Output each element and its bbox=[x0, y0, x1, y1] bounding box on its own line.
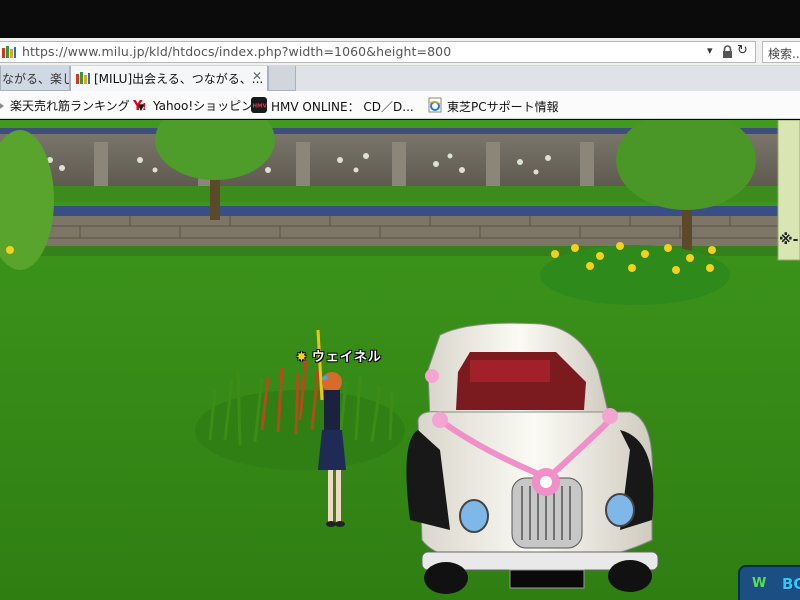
favorites-bar: 楽天売れ筋ランキング ▼ Y ! Yahoo!ショッピング HMV HMV ON… bbox=[0, 91, 800, 119]
ie-page-icon bbox=[427, 97, 443, 116]
tab-milu-active[interactable]: [MILU]出会える、つながる、... ✕ bbox=[70, 66, 268, 91]
url-dropdown-icon[interactable]: ▾ bbox=[707, 44, 713, 57]
window-title-bar bbox=[0, 0, 800, 38]
hmv-icon: HMV bbox=[251, 97, 268, 116]
milu-favicon-icon bbox=[75, 71, 91, 85]
favorite-label: Yahoo!ショッピング bbox=[153, 99, 266, 113]
milu-favicon-icon bbox=[1, 45, 17, 59]
rakuten-icon bbox=[0, 100, 6, 115]
lock-icon[interactable] bbox=[722, 45, 733, 61]
url-text: https://www.milu.jp/kld/htdocs/index.php… bbox=[22, 44, 452, 59]
character-name-label: ✸ ウェイネル bbox=[296, 346, 382, 365]
favorite-hmv[interactable]: HMV HMV ONLINE： CD／D... bbox=[251, 97, 414, 116]
favorite-label: 東芝PCサポート情報 bbox=[447, 100, 559, 114]
favorite-yahoo[interactable]: Y ! Yahoo!ショッピング bbox=[132, 97, 266, 115]
favorite-toshiba[interactable]: 東芝PCサポート情報 bbox=[427, 97, 559, 116]
side-widget-label[interactable]: ※- bbox=[779, 232, 798, 248]
favorite-rakuten[interactable]: 楽天売れ筋ランキング ▼ bbox=[0, 97, 144, 115]
address-bar: https://www.milu.jp/kld/htdocs/index.php… bbox=[0, 38, 800, 66]
refresh-icon[interactable]: ↻ bbox=[737, 43, 748, 58]
tab-previous[interactable]: ながる、楽し... bbox=[0, 66, 70, 91]
yahoo-icon: Y ! bbox=[132, 98, 149, 115]
url-field[interactable]: https://www.milu.jp/kld/htdocs/index.php… bbox=[0, 41, 756, 63]
svg-text:HMV: HMV bbox=[253, 104, 268, 110]
corner-button-label: BO bbox=[782, 575, 800, 593]
svg-text:!: ! bbox=[142, 102, 147, 112]
favorite-label: HMV ONLINE： CD／D... bbox=[271, 100, 414, 114]
new-tab-button[interactable] bbox=[268, 66, 296, 91]
close-icon[interactable]: ✕ bbox=[252, 69, 262, 83]
tab-label: [MILU]出会える、つながる、... bbox=[94, 72, 264, 86]
corner-button-prefix: W bbox=[752, 576, 767, 591]
sparkle-icon: ✸ bbox=[296, 350, 308, 365]
search-input[interactable]: 検索... bbox=[762, 41, 800, 63]
character-name: ウェイネル bbox=[311, 350, 382, 365]
favorite-label: 楽天売れ筋ランキング bbox=[10, 99, 130, 113]
tab-label: ながる、楽し... bbox=[2, 72, 69, 86]
tab-bar: ながる、楽し... [MILU]出会える、つながる、... ✕ bbox=[0, 66, 800, 91]
game-scene bbox=[0, 120, 800, 600]
game-viewport[interactable]: ✸ ウェイネル ※- W BO bbox=[0, 120, 800, 600]
